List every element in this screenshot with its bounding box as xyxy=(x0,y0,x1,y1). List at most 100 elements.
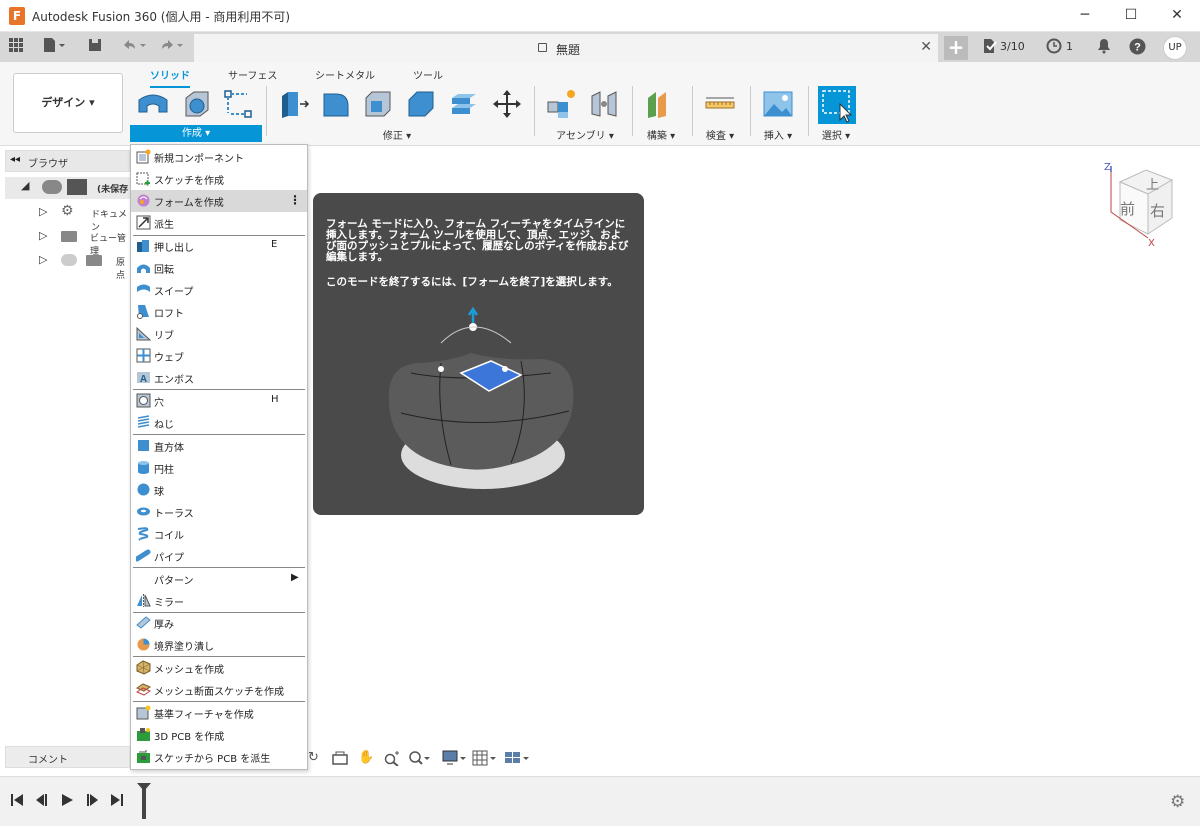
sketch-icon[interactable] xyxy=(222,88,254,120)
tree-item-origin[interactable]: ▷ 原点 xyxy=(36,249,131,281)
menu-item-boundary-fill[interactable]: 境界塗り潰し xyxy=(131,634,307,656)
workspace-switcher-button[interactable]: デザイン ▾ xyxy=(13,73,123,133)
menu-item-box[interactable]: 直方体 xyxy=(131,435,307,457)
menu-item-mirror[interactable]: ミラー xyxy=(131,590,307,612)
move-icon[interactable] xyxy=(491,88,523,120)
measure-icon[interactable] xyxy=(704,88,736,120)
browser-panel-header[interactable]: ◂◂ ブラウザ xyxy=(5,150,130,172)
timeline-settings-gear-icon[interactable]: ⚙ xyxy=(1170,792,1185,812)
display-settings-icon[interactable] xyxy=(442,750,466,766)
new-tab-button[interactable]: + xyxy=(944,36,968,60)
comments-panel[interactable]: コメント xyxy=(5,746,130,768)
menu-item-pattern[interactable]: パターン ▶ xyxy=(131,568,307,590)
hidden-eye-icon[interactable] xyxy=(61,254,77,266)
collapse-icon[interactable]: ◂◂ xyxy=(10,154,20,165)
menu-item-base-feature[interactable]: 基準フィーチャを作成 xyxy=(131,702,307,724)
help-icon[interactable]: ? xyxy=(1129,38,1146,58)
menu-item-create-3d-pcb[interactable]: 3D PCB を作成 xyxy=(131,724,307,746)
menu-item-revolve[interactable]: 回転 xyxy=(131,257,307,279)
step-forward-icon[interactable] xyxy=(86,793,100,811)
clock-icon[interactable] xyxy=(1046,38,1062,58)
menu-item-thread[interactable]: ねじ xyxy=(131,412,307,434)
go-to-start-icon[interactable] xyxy=(10,793,24,811)
close-button[interactable]: ✕ xyxy=(1154,0,1200,30)
menu-item-emboss[interactable]: A エンボス xyxy=(131,367,307,389)
user-avatar[interactable]: UP xyxy=(1163,36,1187,60)
press-pull-icon[interactable] xyxy=(278,88,310,120)
zoom-icon[interactable] xyxy=(384,750,400,767)
undo-icon[interactable] xyxy=(120,37,148,57)
cube-face-top[interactable]: 上 xyxy=(1146,174,1159,193)
tab-tools[interactable]: ツール xyxy=(413,67,443,82)
construct-menu-button[interactable]: 構築 ▾ xyxy=(643,127,679,142)
menu-item-loft[interactable]: ロフト xyxy=(131,301,307,323)
insert-menu-button[interactable]: 挿入 ▾ xyxy=(760,127,796,142)
tab-solid[interactable]: ソリッド xyxy=(150,67,190,88)
more-options-icon[interactable]: ⋮ xyxy=(289,193,301,207)
expand-triangle-icon[interactable]: ▷ xyxy=(39,253,47,266)
select-menu-button[interactable]: 選択 ▾ xyxy=(818,127,854,142)
cube-face-right[interactable]: 右 xyxy=(1150,200,1165,221)
tree-item-named-views[interactable]: ▷ ビュー管理 xyxy=(36,225,131,257)
menu-item-create-mesh[interactable]: メッシュを作成 xyxy=(131,657,307,679)
file-icon[interactable] xyxy=(42,37,66,57)
menu-item-thicken[interactable]: 厚み xyxy=(131,612,307,634)
document-tab[interactable]: 無題 ✕ xyxy=(194,34,938,62)
eye-icon[interactable] xyxy=(42,180,62,194)
tab-sheet-metal[interactable]: シートメタル xyxy=(315,67,375,82)
create-menu-button[interactable]: 作成 ▾ xyxy=(130,125,262,142)
viewports-icon[interactable] xyxy=(504,750,529,766)
menu-item-create-sketch[interactable]: スケッチを作成 xyxy=(131,168,307,190)
tree-root[interactable]: ◢ (未保存 xyxy=(5,177,130,199)
menu-item-hole[interactable]: 穴 H xyxy=(131,390,307,412)
tree-item-document-settings[interactable]: ▷ ⚙ ドキュメン xyxy=(36,201,131,233)
view-cube[interactable]: 上 前 右 Z X xyxy=(1104,162,1178,249)
menu-item-mesh-section-sketch[interactable]: メッシュ断面スケッチを作成 xyxy=(131,679,307,701)
menu-item-sweep[interactable]: スイープ xyxy=(131,279,307,301)
save-icon[interactable] xyxy=(88,37,102,57)
new-component-assembly-icon[interactable] xyxy=(546,88,578,120)
new-component-icon[interactable] xyxy=(137,88,169,120)
go-to-end-icon[interactable] xyxy=(110,793,124,811)
menu-item-coil[interactable]: コイル xyxy=(131,523,307,545)
menu-item-web[interactable]: ウェブ xyxy=(131,345,307,367)
select-icon[interactable] xyxy=(818,86,856,124)
maximize-button[interactable]: ☐ xyxy=(1108,0,1154,30)
assemble-menu-button[interactable]: アセンブリ ▾ xyxy=(552,127,618,142)
cube-face-front[interactable]: 前 xyxy=(1120,198,1135,219)
close-tab-icon[interactable]: ✕ xyxy=(920,39,932,55)
play-icon[interactable] xyxy=(60,793,74,811)
step-back-icon[interactable] xyxy=(34,793,48,811)
menu-item-pipe[interactable]: パイプ xyxy=(131,545,307,567)
menu-item-sphere[interactable]: 球 xyxy=(131,479,307,501)
job-status-icon[interactable] xyxy=(982,38,998,58)
minimize-button[interactable]: ─ xyxy=(1062,0,1108,30)
orbit-icon[interactable]: ↻ xyxy=(308,750,324,766)
notification-bell-icon[interactable] xyxy=(1096,38,1112,58)
expand-triangle-icon[interactable]: ▷ xyxy=(39,229,47,242)
fillet-icon[interactable] xyxy=(320,88,352,120)
menu-item-derive-pcb[interactable]: スケッチから PCB を派生 xyxy=(131,746,307,768)
joint-icon[interactable] xyxy=(588,88,620,120)
insert-image-icon[interactable] xyxy=(762,88,794,120)
combine-icon[interactable] xyxy=(448,88,480,120)
menu-item-rib[interactable]: リブ xyxy=(131,323,307,345)
timeline-marker-head[interactable] xyxy=(137,783,151,791)
redo-icon[interactable] xyxy=(158,37,186,57)
form-icon[interactable] xyxy=(180,88,212,120)
pan-hand-icon[interactable]: ✋ xyxy=(358,750,374,766)
expand-triangle-icon[interactable]: ▷ xyxy=(39,205,47,218)
grid-settings-icon[interactable] xyxy=(472,750,496,766)
shell-icon[interactable] xyxy=(362,88,394,120)
menu-item-torus[interactable]: トーラス xyxy=(131,501,307,523)
modify-menu-button[interactable]: 修正 ▾ xyxy=(372,127,422,142)
menu-item-cylinder[interactable]: 円柱 xyxy=(131,457,307,479)
menu-item-new-component[interactable]: 新規コンポーネント xyxy=(131,146,307,168)
menu-item-extrude[interactable]: 押し出し E xyxy=(131,235,307,257)
collapse-triangle-icon[interactable]: ◢ xyxy=(21,179,29,192)
fit-zoom-icon[interactable] xyxy=(408,750,430,766)
app-grid-icon[interactable] xyxy=(8,37,24,57)
offset-plane-icon[interactable] xyxy=(644,88,676,120)
menu-item-derive[interactable]: 派生 xyxy=(131,212,307,234)
inspect-menu-button[interactable]: 検査 ▾ xyxy=(702,127,738,142)
